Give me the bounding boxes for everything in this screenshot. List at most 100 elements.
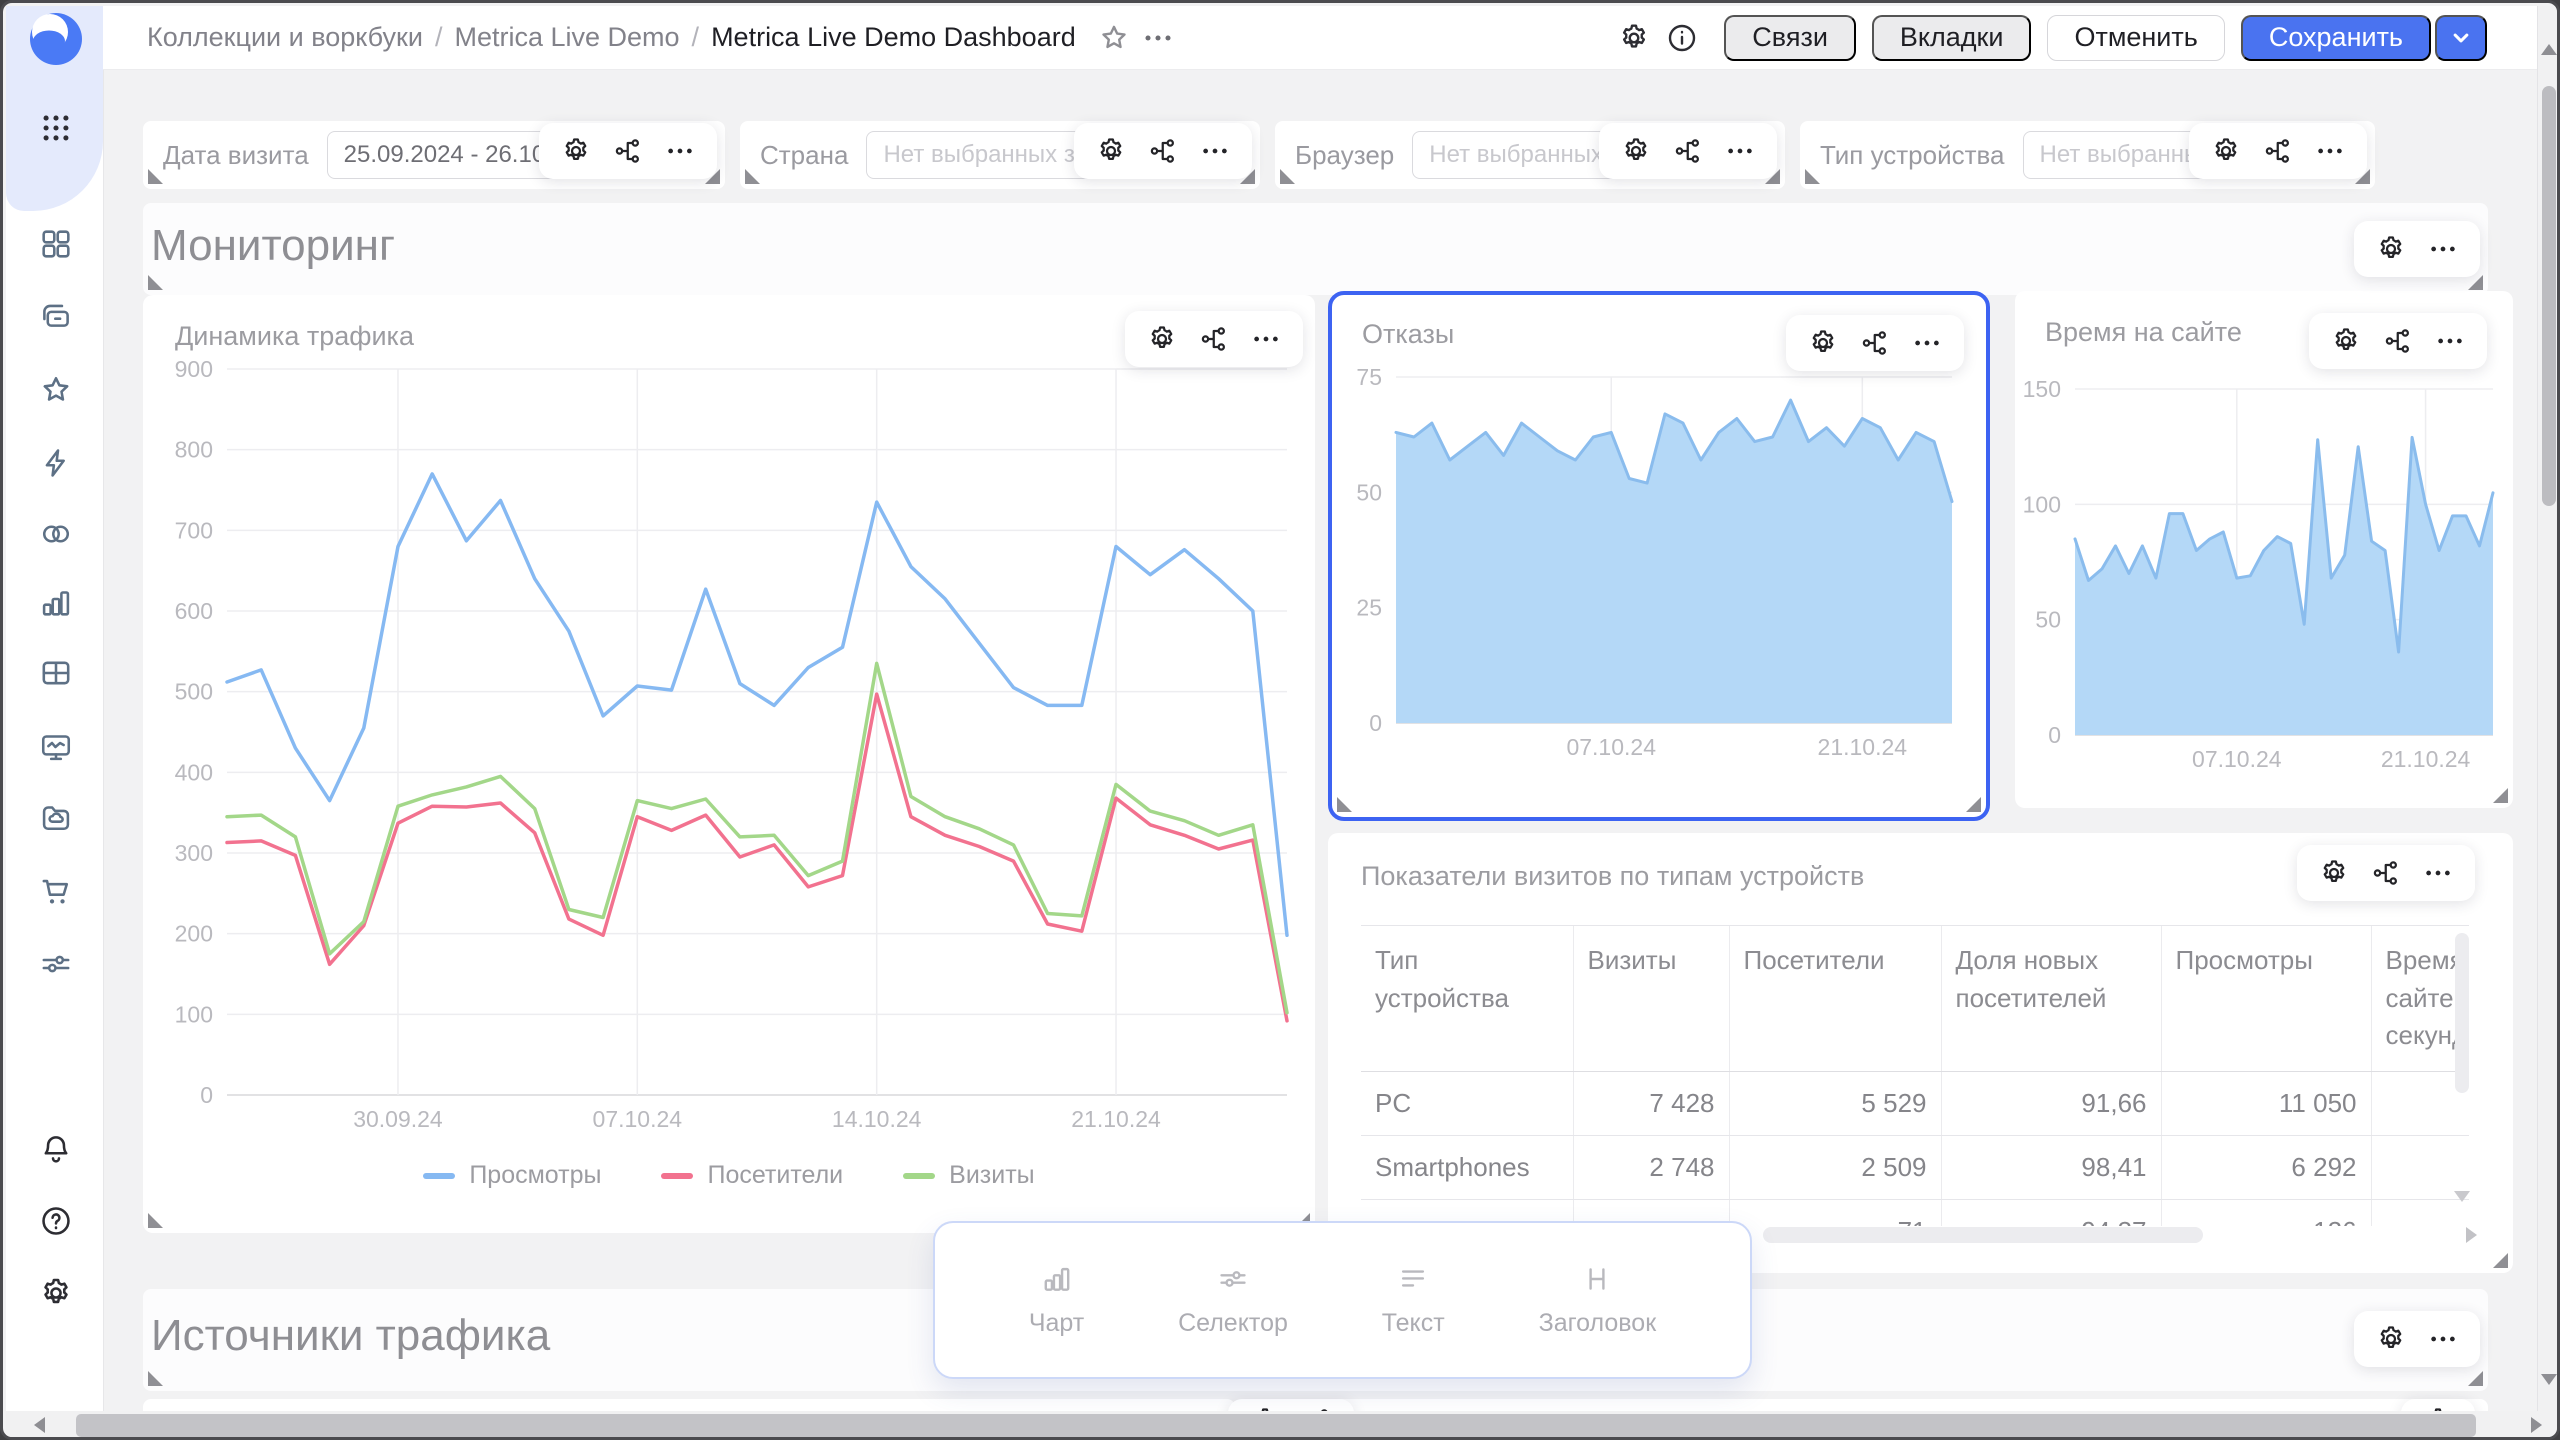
table-scroll-right-arrow-icon[interactable]	[2466, 1227, 2477, 1243]
relations-flow-icon[interactable]	[2263, 136, 2293, 166]
tabs-button[interactable]: Вкладки	[1872, 15, 2032, 61]
scroll-down-arrow-icon[interactable]	[2541, 1374, 2557, 1385]
resize-handle[interactable]	[1966, 797, 1981, 812]
relations-flow-icon[interactable]	[613, 136, 643, 166]
dashboard-settings-gear-icon[interactable]	[1618, 22, 1650, 54]
relations-flow-icon[interactable]	[2383, 326, 2413, 356]
horizontal-scroll-thumb[interactable]	[76, 1414, 2476, 1437]
resize-handle[interactable]	[148, 169, 163, 184]
relations-flow-icon[interactable]	[1673, 136, 1703, 166]
gear-icon[interactable]	[2376, 234, 2406, 264]
datalens-logo[interactable]	[29, 12, 83, 66]
sidebar-item-monitor-chart-icon[interactable]	[39, 730, 73, 764]
ellipsis-icon[interactable]	[665, 136, 695, 166]
table-column-header[interactable]: Посетители	[1729, 926, 1941, 1072]
table-column-header[interactable]: Визиты	[1573, 926, 1729, 1072]
table-column-header[interactable]: Просмотры	[2161, 926, 2371, 1072]
settings-gear-icon[interactable]	[39, 1276, 73, 1310]
ellipsis-icon[interactable]	[2428, 1324, 2458, 1354]
traffic-line-chart[interactable]: 010020030040050060070080090030.09.2407.1…	[171, 359, 1299, 1141]
table-scroll-thumb[interactable]	[2455, 933, 2469, 1093]
sidebar-item-collections-icon[interactable]	[39, 300, 73, 334]
legend-item[interactable]: Посетители	[661, 1161, 843, 1190]
legend-item[interactable]: Визиты	[903, 1161, 1035, 1190]
sidebar-item-sliders-icon[interactable]	[39, 947, 73, 981]
scroll-up-arrow-icon[interactable]	[2541, 44, 2557, 55]
resize-handle[interactable]	[1280, 169, 1295, 184]
ellipsis-icon[interactable]	[2428, 234, 2458, 264]
vertical-scrollbar[interactable]	[2537, 6, 2560, 1411]
bounces-chart-widget-selected[interactable]: Отказы 025507507.10.2421.10.24	[1328, 291, 1990, 821]
resize-handle[interactable]	[2468, 1371, 2483, 1386]
ellipsis-icon[interactable]	[1251, 324, 1281, 354]
apps-grid-icon[interactable]	[39, 111, 73, 145]
sidebar-item-star-icon[interactable]	[39, 373, 73, 407]
sidebar-item-cart-icon[interactable]	[39, 874, 73, 908]
resize-handle[interactable]	[2468, 275, 2483, 290]
save-dropdown-button[interactable]	[2435, 15, 2487, 61]
relations-flow-icon[interactable]	[2371, 858, 2401, 888]
resize-handle[interactable]	[2493, 788, 2508, 803]
more-menu-icon[interactable]	[1142, 22, 1174, 54]
table-column-header[interactable]: Доля новых посетителей	[1941, 926, 2161, 1072]
relations-flow-icon[interactable]	[1148, 136, 1178, 166]
info-icon[interactable]	[1666, 22, 1698, 54]
table-horizontal-scrollbar[interactable]	[1763, 1227, 2203, 1243]
relations-flow-icon[interactable]	[1860, 328, 1890, 358]
breadcrumb-separator: /	[435, 22, 443, 53]
resize-handle[interactable]	[745, 169, 760, 184]
relations-flow-icon[interactable]	[1199, 324, 1229, 354]
sidebar-item-lightning-icon[interactable]	[39, 446, 73, 480]
table-scroll-down-arrow-icon[interactable]	[2454, 1191, 2470, 1202]
resize-handle[interactable]	[148, 1371, 163, 1386]
gear-icon[interactable]	[561, 136, 591, 166]
time-on-site-area-chart[interactable]: 05010015007.10.2421.10.24	[2023, 379, 2505, 779]
bounces-area-chart[interactable]: 025507507.10.2421.10.24	[1348, 367, 1964, 767]
resize-handle[interactable]	[2493, 1253, 2508, 1268]
sidebar-item-cloud-folder-icon[interactable]	[39, 801, 73, 835]
resize-handle[interactable]	[148, 275, 163, 290]
ellipsis-icon[interactable]	[1725, 136, 1755, 166]
chevron-down-icon	[2447, 24, 2475, 52]
table-vertical-scrollbar[interactable]	[2455, 933, 2469, 1213]
legend-item[interactable]: Просмотры	[423, 1161, 601, 1190]
gear-icon[interactable]	[2319, 858, 2349, 888]
sidebar-item-grid-2x2-icon[interactable]	[39, 227, 73, 261]
resize-handle[interactable]	[1337, 797, 1352, 812]
ellipsis-icon[interactable]	[2435, 326, 2465, 356]
sidebar-item-bar-chart-icon[interactable]	[39, 586, 73, 620]
ellipsis-icon[interactable]	[2423, 858, 2453, 888]
add-chart-button[interactable]: Чарт	[1029, 1263, 1084, 1338]
gear-icon[interactable]	[1147, 324, 1177, 354]
ellipsis-icon[interactable]	[2315, 136, 2345, 166]
gear-icon[interactable]	[1096, 136, 1126, 166]
save-button[interactable]: Сохранить	[2241, 15, 2431, 61]
help-icon[interactable]	[39, 1204, 73, 1238]
gear-icon[interactable]	[2331, 326, 2361, 356]
add-heading-button[interactable]: Заголовок	[1539, 1263, 1657, 1338]
scroll-left-arrow-icon[interactable]	[34, 1417, 45, 1433]
favorite-star-icon[interactable]	[1098, 22, 1130, 54]
add-selector-button[interactable]: Селектор	[1178, 1263, 1288, 1338]
cancel-button[interactable]: Отменить	[2047, 15, 2224, 61]
sidebar-item-table-icon[interactable]	[39, 656, 73, 690]
gear-icon[interactable]	[1808, 328, 1838, 358]
gear-icon[interactable]	[2211, 136, 2241, 166]
table-column-header[interactable]: Тип устройства	[1361, 926, 1573, 1072]
gear-icon[interactable]	[1621, 136, 1651, 166]
resize-handle[interactable]	[1805, 169, 1820, 184]
horizontal-scrollbar[interactable]	[6, 1411, 2560, 1440]
devices-table: Тип устройстваВизитыПосетителиДоля новых…	[1361, 925, 2469, 1226]
breadcrumb-collections[interactable]: Коллекции и воркбуки	[147, 22, 423, 53]
ellipsis-icon[interactable]	[1912, 328, 1942, 358]
breadcrumb-workbook[interactable]: Metrica Live Demo	[454, 22, 679, 53]
scroll-right-arrow-icon[interactable]	[2531, 1417, 2542, 1433]
resize-handle[interactable]	[148, 1213, 163, 1228]
ellipsis-icon[interactable]	[1200, 136, 1230, 166]
notifications-bell-icon[interactable]	[39, 1132, 73, 1166]
sidebar-item-connections-icon[interactable]	[39, 517, 73, 551]
gear-icon[interactable]	[2376, 1324, 2406, 1354]
add-text-button[interactable]: Текст	[1382, 1263, 1445, 1338]
vertical-scroll-thumb[interactable]	[2542, 86, 2556, 506]
relations-button[interactable]: Связи	[1724, 15, 1856, 61]
